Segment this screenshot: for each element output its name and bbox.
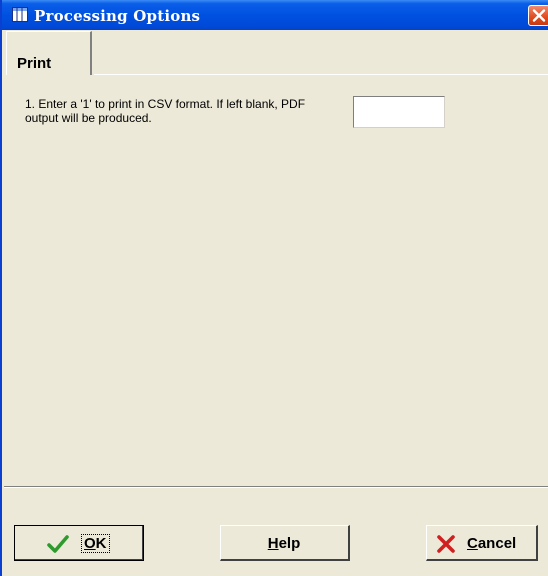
help-button-label: Help xyxy=(221,535,347,552)
cancel-mnemonic: C xyxy=(467,535,478,552)
ok-button-label: OK xyxy=(81,534,110,553)
help-mnemonic: H xyxy=(267,535,279,552)
ok-button[interactable]: OK xyxy=(14,525,144,561)
cancel-button[interactable]: Cancel xyxy=(426,525,538,561)
close-button[interactable] xyxy=(528,5,548,26)
tab-print-label: Print xyxy=(17,55,52,72)
tab-strip: Print xyxy=(4,30,548,78)
print-tab-panel: 1. Enter a '1' to print in CSV format. I… xyxy=(4,76,548,484)
x-icon xyxy=(437,535,455,553)
tab-print[interactable]: Print xyxy=(6,31,92,75)
processing-options-window: Processing Options Print 1. Enter a '1' … xyxy=(0,0,548,576)
option-1-input[interactable] xyxy=(353,96,445,128)
title-bar[interactable]: Processing Options xyxy=(2,0,548,30)
tab-strip-divider xyxy=(94,74,548,75)
checkmark-icon xyxy=(47,535,69,553)
close-icon xyxy=(532,9,546,22)
ok-label-rest: K xyxy=(95,535,107,552)
window-icon xyxy=(12,7,28,22)
cancel-label-rest: ancel xyxy=(477,535,517,552)
window-title: Processing Options xyxy=(34,7,201,25)
option-1-prompt: 1. Enter a '1' to print in CSV format. I… xyxy=(25,97,306,125)
help-button[interactable]: Help xyxy=(220,525,350,561)
cancel-button-label: Cancel xyxy=(467,535,516,552)
footer-divider-highlight xyxy=(4,487,548,488)
help-label-rest: elp xyxy=(278,535,301,552)
ok-mnemonic: O xyxy=(84,535,96,552)
